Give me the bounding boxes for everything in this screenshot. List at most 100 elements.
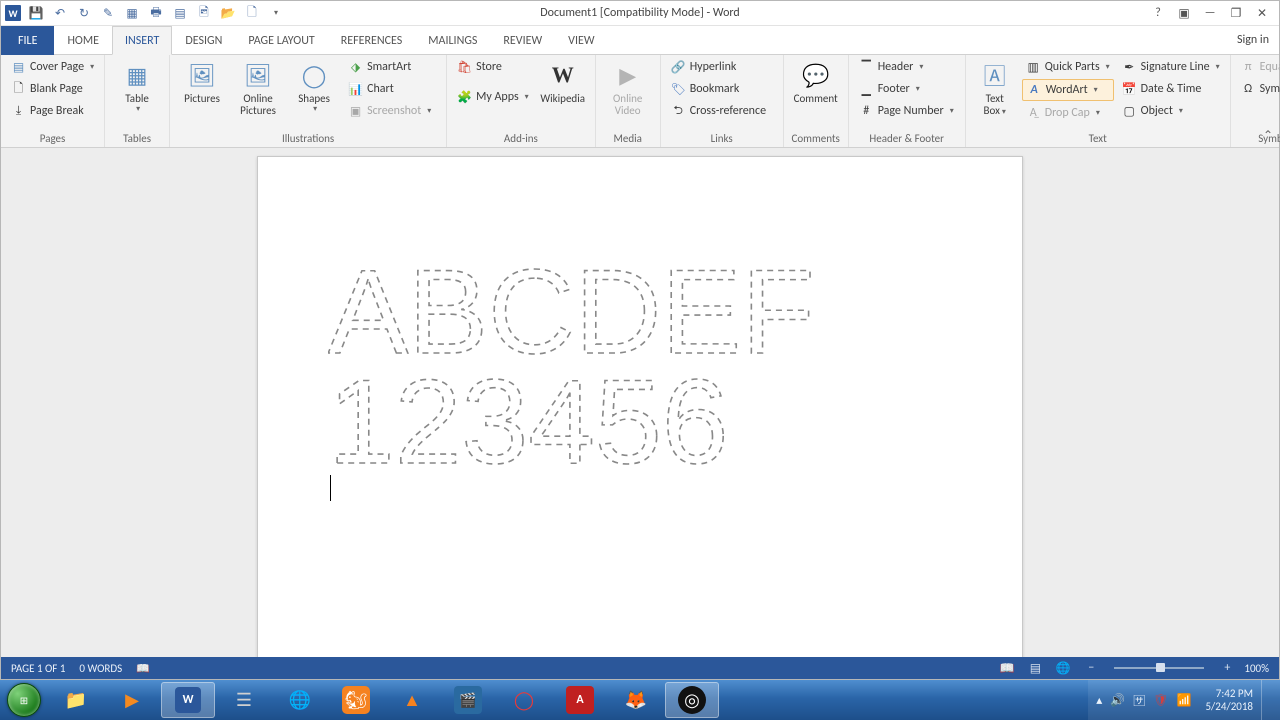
page-number-button[interactable]: # Page Number▾ bbox=[855, 101, 959, 121]
equation-button[interactable]: π Equation▾ bbox=[1237, 57, 1280, 77]
shapes-icon: ◯ bbox=[298, 59, 330, 91]
taskbar-vlc[interactable]: ▲ bbox=[385, 682, 439, 718]
taskbar-chrome[interactable]: 🌐 bbox=[273, 682, 327, 718]
start-button[interactable]: ⊞ bbox=[0, 680, 48, 720]
page-break-button[interactable]: ⤓ Page Break bbox=[7, 101, 98, 121]
shapes-button[interactable]: ◯ Shapes▾ bbox=[288, 57, 340, 115]
wikipedia-button[interactable]: W Wikipedia bbox=[537, 57, 589, 107]
zoom-out-button[interactable]: − bbox=[1080, 660, 1102, 676]
restore-icon[interactable]: ❐ bbox=[1225, 4, 1247, 22]
page[interactable]: ABCDEF 123456 bbox=[257, 156, 1023, 657]
print-layout-icon[interactable]: ▤ bbox=[1024, 660, 1046, 676]
show-desktop-button[interactable] bbox=[1261, 680, 1272, 720]
drop-cap-button[interactable]: A̲ Drop Cap▾ bbox=[1022, 103, 1114, 123]
group-illustrations: 🖼 Pictures 🖼 OnlinePictures ◯ Shapes▾ ⬗ … bbox=[170, 55, 447, 147]
cross-reference-button[interactable]: ⮌ Cross-reference bbox=[667, 101, 777, 121]
quick-parts-button[interactable]: ▥ Quick Parts▾ bbox=[1022, 57, 1114, 77]
smartart-button[interactable]: ⬗ SmartArt bbox=[344, 57, 440, 77]
store-icon: 🛍 bbox=[457, 60, 472, 75]
tab-references[interactable]: REFERENCES bbox=[328, 26, 416, 55]
screenshot-icon: ▣ bbox=[348, 104, 363, 119]
taskbar-mediaplayer[interactable]: ▶ bbox=[105, 682, 159, 718]
blank-page-icon: 🗋 bbox=[11, 82, 26, 97]
word-count[interactable]: 0 WORDS bbox=[79, 662, 122, 675]
symbol-icon: Ω bbox=[1241, 82, 1256, 97]
tab-design[interactable]: DESIGN bbox=[172, 26, 235, 55]
my-apps-button[interactable]: 🧩 My Apps▾ bbox=[453, 87, 533, 107]
read-mode-icon[interactable]: 📖 bbox=[996, 660, 1018, 676]
online-pictures-button[interactable]: 🖼 OnlinePictures bbox=[232, 57, 284, 118]
blank-page-button[interactable]: 🗋 Blank Page bbox=[7, 79, 98, 99]
comment-button[interactable]: 💬 Comment bbox=[790, 57, 842, 107]
hyperlink-button[interactable]: 🔗 Hyperlink bbox=[667, 57, 777, 77]
qat-icon-5[interactable]: ▦ bbox=[123, 4, 141, 22]
chart-button[interactable]: 📊 Chart bbox=[344, 79, 440, 99]
app-icon-8: 🎬 bbox=[454, 686, 482, 714]
volume-icon[interactable]: 🔊 bbox=[1110, 693, 1125, 708]
cover-page-button[interactable]: ▤ Cover Page▾ bbox=[7, 57, 98, 77]
bookmark-button[interactable]: 🏷 Bookmark bbox=[667, 79, 777, 99]
online-video-button[interactable]: ▶ OnlineVideo bbox=[602, 57, 654, 118]
taskbar-clock[interactable]: 7:42 PM 5/24/2018 bbox=[1199, 687, 1253, 713]
table-button[interactable]: ▦ Table▾ bbox=[111, 57, 163, 115]
close-icon[interactable]: ✕ bbox=[1251, 4, 1273, 22]
store-button[interactable]: 🛍 Store bbox=[453, 57, 533, 77]
sign-in-link[interactable]: Sign in bbox=[1227, 26, 1279, 54]
network-icon[interactable]: 📶 bbox=[1177, 693, 1192, 708]
web-layout-icon[interactable]: 🌐 bbox=[1052, 660, 1074, 676]
open-icon[interactable]: 📂 bbox=[219, 4, 237, 22]
help-icon[interactable]: ? bbox=[1147, 4, 1169, 22]
group-tables: ▦ Table▾ Tables bbox=[105, 55, 170, 147]
save-icon[interactable]: 💾 bbox=[27, 4, 45, 22]
object-button[interactable]: ▢ Object▾ bbox=[1118, 101, 1224, 121]
signature-line-button[interactable]: ✒ Signature Line▾ bbox=[1118, 57, 1224, 77]
date-time-button[interactable]: 📅 Date & Time bbox=[1118, 79, 1224, 99]
zoom-level[interactable]: 100% bbox=[1244, 662, 1269, 675]
taskbar-explorer[interactable]: 📁 bbox=[49, 682, 103, 718]
tab-review[interactable]: REVIEW bbox=[490, 26, 555, 55]
minimize-icon[interactable]: — bbox=[1199, 4, 1221, 22]
undo-icon[interactable]: ↶ bbox=[51, 4, 69, 22]
qat-icon-8[interactable]: 🖻 bbox=[195, 4, 213, 22]
zoom-in-button[interactable]: + bbox=[1216, 660, 1238, 676]
taskbar-firefox[interactable]: 🦊 bbox=[609, 682, 663, 718]
page-indicator[interactable]: PAGE 1 OF 1 bbox=[11, 662, 65, 675]
ribbon-display-options-icon[interactable]: ▣ bbox=[1173, 4, 1195, 22]
new-doc-icon[interactable]: 🗋 bbox=[243, 4, 261, 22]
qat-icon-7[interactable]: ▤ bbox=[171, 4, 189, 22]
qat-customize-icon[interactable]: ▾ bbox=[267, 4, 285, 22]
taskbar-app-4[interactable]: ☰ bbox=[217, 682, 271, 718]
repeat-icon[interactable]: ↻ bbox=[75, 4, 93, 22]
screenshot-button[interactable]: ▣ Screenshot▾ bbox=[344, 101, 440, 121]
tab-view[interactable]: VIEW bbox=[555, 26, 607, 55]
tab-home[interactable]: HOME bbox=[54, 26, 112, 55]
taskbar-app-8[interactable]: 🎬 bbox=[441, 682, 495, 718]
taskbar-camera[interactable]: ◎ bbox=[665, 682, 719, 718]
qat-icon-6[interactable]: 🖶 bbox=[147, 4, 165, 22]
security-icon[interactable]: 🛡 bbox=[1153, 693, 1168, 708]
taskbar-word[interactable]: W bbox=[161, 682, 215, 718]
tab-insert[interactable]: INSERT bbox=[112, 26, 172, 55]
header-button[interactable]: ▔ Header▾ bbox=[855, 57, 959, 77]
group-links: 🔗 Hyperlink 🏷 Bookmark ⮌ Cross-reference… bbox=[661, 55, 784, 147]
taskbar-ucbrowser[interactable]: 🐿 bbox=[329, 682, 383, 718]
taskbar-opera[interactable]: ◯ bbox=[497, 682, 551, 718]
pictures-label: Pictures bbox=[184, 93, 220, 105]
document-area[interactable]: ABCDEF 123456 bbox=[1, 148, 1279, 657]
taskbar-adobe[interactable]: A bbox=[553, 682, 607, 718]
zoom-thumb[interactable] bbox=[1156, 663, 1165, 672]
footer-button[interactable]: ▁ Footer▾ bbox=[855, 79, 959, 99]
wordart-button[interactable]: A WordArt▾ bbox=[1022, 79, 1114, 101]
symbol-button[interactable]: Ω Symbol▾ bbox=[1237, 79, 1280, 99]
collapse-ribbon-icon[interactable]: ⌃ bbox=[1263, 128, 1273, 143]
tab-file[interactable]: FILE bbox=[1, 26, 54, 55]
zoom-slider[interactable] bbox=[1114, 667, 1204, 669]
tab-mailings[interactable]: MAILINGS bbox=[415, 26, 490, 55]
pictures-button[interactable]: 🖼 Pictures bbox=[176, 57, 228, 107]
qat-icon-4[interactable]: ✎ bbox=[99, 4, 117, 22]
tab-page-layout[interactable]: PAGE LAYOUT bbox=[235, 26, 327, 55]
text-box-button[interactable]: 🄰 TextBox▾ bbox=[972, 57, 1018, 118]
tray-icon-3[interactable]: 🈂 bbox=[1133, 692, 1145, 709]
show-hidden-icons-icon[interactable]: ▴ bbox=[1096, 693, 1102, 708]
spellcheck-icon[interactable]: 📖 bbox=[136, 662, 150, 675]
